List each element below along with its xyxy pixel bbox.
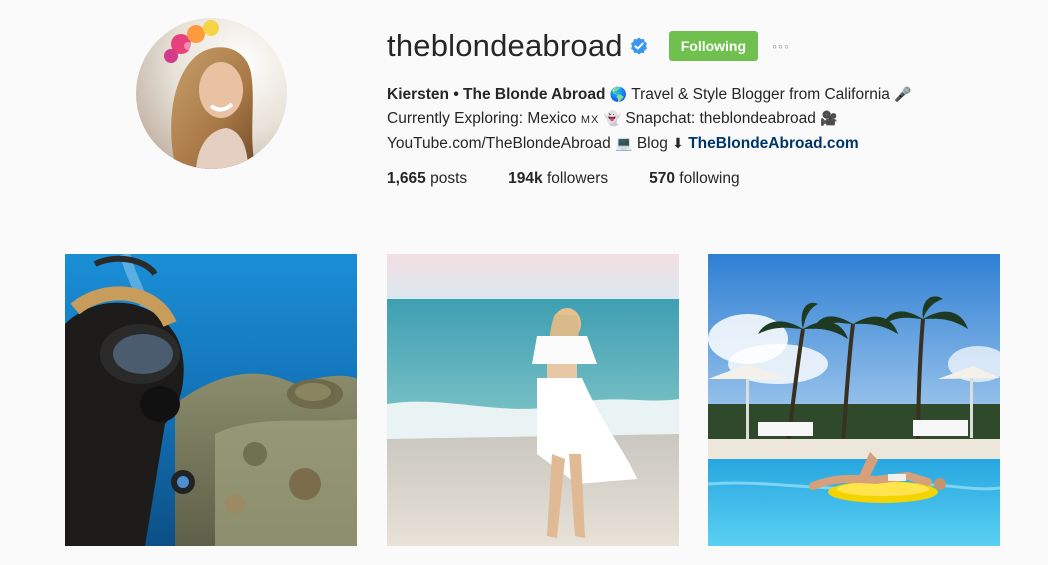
more-options-icon[interactable]: ◦◦◦ bbox=[772, 31, 790, 61]
bio-line-3: YouTube.com/TheBlondeAbroad 💻 Blog ⬇ The… bbox=[387, 132, 1027, 156]
posts-count-label: posts bbox=[425, 170, 468, 187]
posts-count: 1,665 posts bbox=[387, 170, 467, 188]
profile-info: theblondeabroad Following ◦◦◦ Kiersten •… bbox=[387, 26, 1027, 188]
snapchat-ghost-icon: 👻 bbox=[603, 111, 622, 127]
video-camera-icon: 🎥 bbox=[820, 111, 838, 127]
profile-bio: Kiersten • The Blonde Abroad 🌎 Travel & … bbox=[387, 83, 1027, 156]
followers-count-label: followers bbox=[542, 170, 609, 187]
verified-badge-icon bbox=[630, 37, 648, 55]
following-count-value: 570 bbox=[649, 170, 675, 187]
bio-snapchat-text: Snapchat: theblondeabroad bbox=[621, 110, 821, 127]
profile-avatar[interactable] bbox=[136, 18, 287, 169]
followers-count-value: 194k bbox=[508, 170, 543, 187]
post-thumbnail-1[interactable] bbox=[65, 254, 357, 546]
followers-link[interactable]: 194k followers bbox=[508, 170, 608, 188]
globe-icon: 🌎 bbox=[609, 87, 628, 103]
bio-tagline: Travel & Style Blogger from California bbox=[627, 86, 895, 103]
following-link[interactable]: 570 following bbox=[649, 170, 740, 188]
laptop-icon: 💻 bbox=[615, 136, 633, 152]
profile-username: theblondeabroad bbox=[387, 28, 623, 63]
profile-title-row: theblondeabroad Following ◦◦◦ bbox=[387, 26, 1027, 66]
bio-blog-text: Blog bbox=[632, 135, 673, 152]
bio-line-2: Currently Exploring: Mexico MX 👻 Snapcha… bbox=[387, 107, 1027, 132]
post-thumbnail-2[interactable] bbox=[387, 254, 679, 546]
bio-full-name: Kiersten • The Blonde Abroad bbox=[387, 86, 606, 103]
posts-count-value: 1,665 bbox=[387, 170, 426, 187]
microphone-icon: 🎤 bbox=[894, 87, 912, 103]
bio-line-1: Kiersten • The Blonde Abroad 🌎 Travel & … bbox=[387, 83, 1027, 107]
profile-stats: 1,665 posts 194k followers 570 following bbox=[387, 170, 1027, 188]
bio-youtube-text: YouTube.com/TheBlondeAbroad bbox=[387, 135, 616, 152]
profile-page: theblondeabroad Following ◦◦◦ Kiersten •… bbox=[0, 0, 1048, 565]
down-arrow-icon: ⬇ bbox=[672, 136, 684, 152]
post-thumbnail-3[interactable] bbox=[708, 254, 1000, 546]
mexico-flag-icon: MX bbox=[580, 114, 600, 126]
bio-website-link[interactable]: TheBlondeAbroad.com bbox=[688, 135, 859, 152]
following-count-label: following bbox=[674, 170, 740, 187]
bio-exploring-text: Currently Exploring: Mexico bbox=[387, 110, 581, 127]
following-button[interactable]: Following bbox=[668, 31, 759, 61]
